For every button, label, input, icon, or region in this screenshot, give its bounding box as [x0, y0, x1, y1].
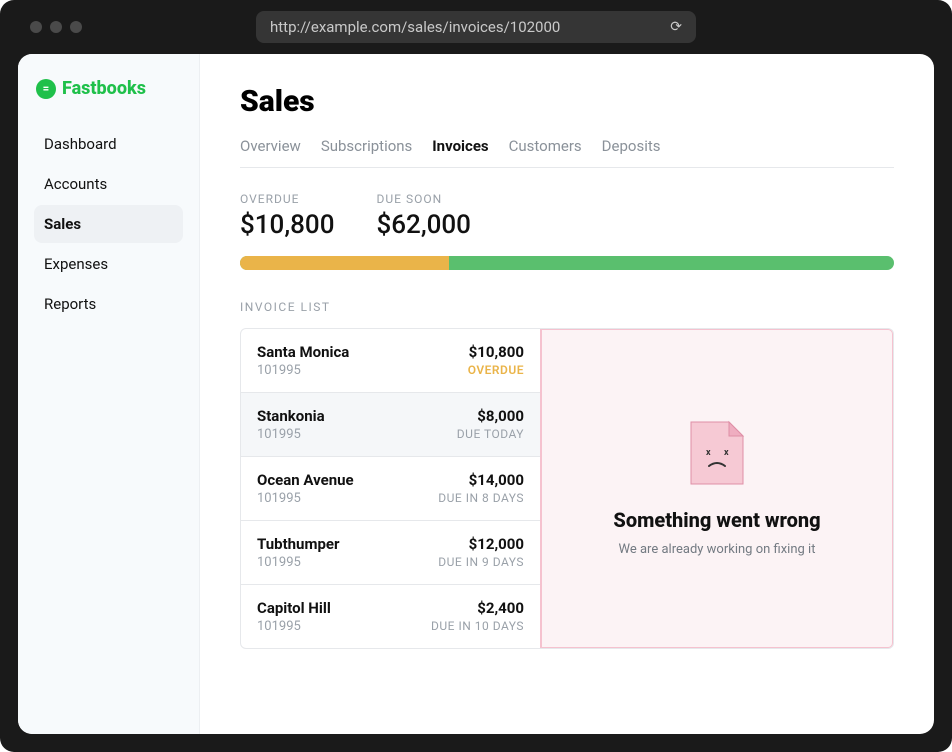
invoice-number: 101995: [257, 427, 325, 442]
summary-overdue-label: OVERDUE: [240, 192, 334, 206]
summary-due-soon: DUE SOON $62,000: [376, 192, 470, 240]
invoice-number: 101995: [257, 491, 354, 506]
summary-overdue-value: $10,800: [240, 210, 334, 240]
sidebar-item-accounts[interactable]: Accounts: [34, 165, 183, 203]
url-text: http://example.com/sales/invoices/102000: [270, 18, 660, 36]
invoice-list: Santa Monica 101995 $10,800 OVERDUE Stankoni…: [241, 329, 541, 648]
invoice-name: Stankonia: [257, 407, 325, 425]
tab-customers[interactable]: Customers: [509, 137, 582, 155]
invoice-number: 101995: [257, 555, 340, 570]
window-controls: [30, 21, 82, 33]
invoice-name: Ocean Avenue: [257, 471, 354, 489]
invoice-status: DUE IN 8 DAYS: [438, 491, 524, 505]
invoice-name: Capitol Hill: [257, 599, 331, 617]
invoice-item[interactable]: Ocean Avenue 101995 $14,000 DUE IN 8 DAYS: [241, 457, 540, 521]
invoice-amount: $10,800: [468, 343, 524, 361]
summary-overdue: OVERDUE $10,800: [240, 192, 334, 240]
summary-due-soon-label: DUE SOON: [376, 192, 470, 206]
browser-window: http://example.com/sales/invoices/102000…: [0, 0, 952, 752]
tab-subscriptions[interactable]: Subscriptions: [321, 137, 412, 155]
error-subtitle: We are already working on fixing it: [619, 542, 816, 557]
summary: OVERDUE $10,800 DUE SOON $62,000: [240, 192, 894, 240]
tab-invoices[interactable]: Invoices: [432, 137, 488, 155]
svg-text:x: x: [724, 448, 729, 458]
minimize-window-button[interactable]: [50, 21, 62, 33]
sidebar-nav: DashboardAccountsSalesExpensesReports: [34, 125, 183, 323]
sad-document-icon: x x: [689, 420, 745, 486]
error-panel: x x Something went wrong We are already …: [540, 328, 894, 649]
invoice-item[interactable]: Tubthumper 101995 $12,000 DUE IN 9 DAYS: [241, 521, 540, 585]
sidebar: = Fastbooks DashboardAccountsSalesExpens…: [18, 54, 200, 734]
sidebar-item-expenses[interactable]: Expenses: [34, 245, 183, 283]
invoice-name: Tubthumper: [257, 535, 340, 553]
sidebar-item-reports[interactable]: Reports: [34, 285, 183, 323]
progress-bar: [240, 256, 894, 270]
app-frame: = Fastbooks DashboardAccountsSalesExpens…: [18, 54, 934, 734]
progress-overdue-segment: [240, 256, 449, 270]
invoice-number: 101995: [257, 363, 349, 378]
invoice-amount: $14,000: [438, 471, 524, 489]
close-window-button[interactable]: [30, 21, 42, 33]
invoice-status: DUE IN 9 DAYS: [438, 555, 524, 569]
invoice-list-label: INVOICE LIST: [240, 300, 894, 314]
address-bar[interactable]: http://example.com/sales/invoices/102000…: [256, 11, 696, 43]
tab-deposits[interactable]: Deposits: [602, 137, 661, 155]
browser-title-bar: http://example.com/sales/invoices/102000…: [18, 0, 934, 54]
invoice-amount: $2,400: [431, 599, 524, 617]
tab-overview[interactable]: Overview: [240, 137, 301, 155]
invoice-status: DUE IN 10 DAYS: [431, 619, 524, 633]
reload-icon[interactable]: ⟳: [670, 19, 682, 35]
sidebar-item-dashboard[interactable]: Dashboard: [34, 125, 183, 163]
error-title: Something went wrong: [613, 508, 820, 532]
brand-name: Fastbooks: [62, 78, 146, 99]
invoice-item[interactable]: Santa Monica 101995 $10,800 OVERDUE: [241, 329, 540, 393]
svg-text:x: x: [706, 448, 711, 458]
invoice-content-row: Santa Monica 101995 $10,800 OVERDUE Stankoni…: [240, 328, 894, 649]
invoice-amount: $12,000: [438, 535, 524, 553]
invoice-item[interactable]: Stankonia 101995 $8,000 DUE TODAY: [241, 393, 540, 457]
tabs: Overview Subscriptions Invoices Customers De…: [240, 137, 894, 168]
sidebar-item-sales[interactable]: Sales: [34, 205, 183, 243]
page-title: Sales: [240, 84, 894, 119]
main-content: Sales Overview Subscriptions Invoices Custo…: [200, 54, 934, 734]
summary-due-soon-value: $62,000: [376, 210, 470, 240]
maximize-window-button[interactable]: [70, 21, 82, 33]
brand-logo-icon: =: [36, 79, 56, 99]
invoice-amount: $8,000: [457, 407, 524, 425]
invoice-number: 101995: [257, 619, 331, 634]
invoice-item[interactable]: Capitol Hill 101995 $2,400 DUE IN 10 DAYS: [241, 585, 540, 648]
invoice-status: OVERDUE: [468, 363, 524, 377]
invoice-status: DUE TODAY: [457, 427, 524, 441]
invoice-name: Santa Monica: [257, 343, 349, 361]
brand[interactable]: = Fastbooks: [34, 78, 183, 99]
